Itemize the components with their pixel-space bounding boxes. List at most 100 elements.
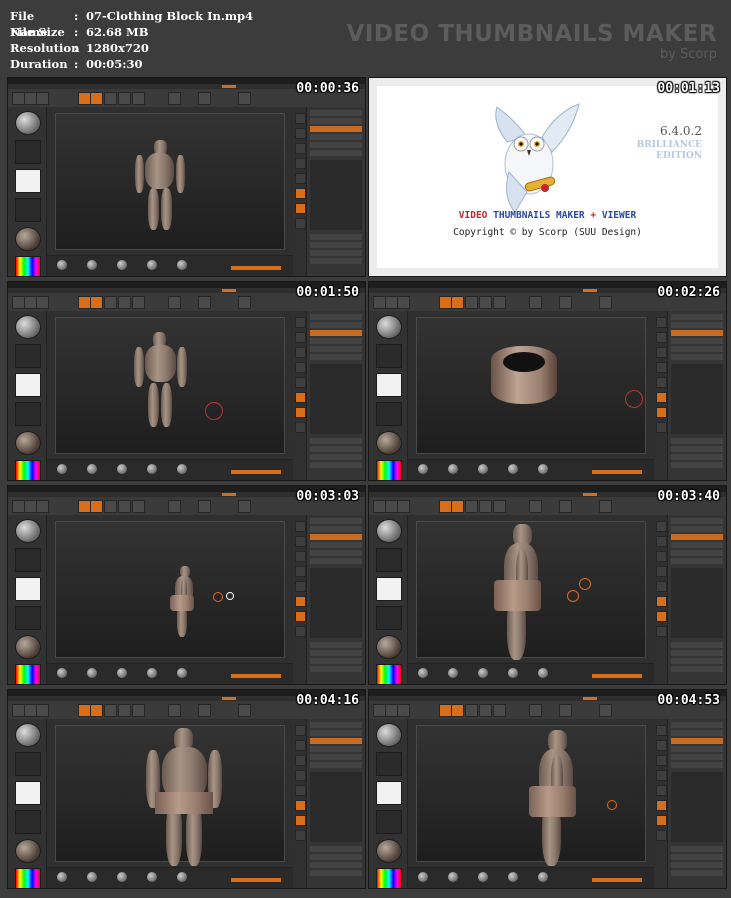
thumbnail-5[interactable]: 00:03:03 xyxy=(7,485,366,685)
shelf-button[interactable] xyxy=(656,611,667,622)
alpha-icon[interactable] xyxy=(376,577,402,601)
material-icon[interactable] xyxy=(177,464,187,474)
shelf-button[interactable] xyxy=(295,725,306,736)
material-icon[interactable] xyxy=(147,260,157,270)
toolbar-button[interactable] xyxy=(493,296,506,309)
thumbnail-splash[interactable]: 6.4.0.2 BRILLIANCE EDITION VIDEO THUMBNA… xyxy=(368,77,727,277)
brush-icon[interactable] xyxy=(376,723,402,747)
palette-row[interactable] xyxy=(671,354,723,360)
palette-row[interactable] xyxy=(671,862,723,868)
material-icon[interactable] xyxy=(448,872,458,882)
material-icon[interactable] xyxy=(177,872,187,882)
shelf-button[interactable] xyxy=(295,362,306,373)
palette-row[interactable] xyxy=(310,658,362,664)
palette-row[interactable] xyxy=(671,762,723,768)
material-icon[interactable] xyxy=(15,635,41,659)
toolbar-button[interactable] xyxy=(451,500,464,513)
texture-icon[interactable] xyxy=(15,606,41,630)
palette-row[interactable] xyxy=(310,542,362,548)
material-icon[interactable] xyxy=(15,431,41,455)
shelf-button[interactable] xyxy=(295,407,306,418)
shelf-button[interactable] xyxy=(295,815,306,826)
palette-row[interactable] xyxy=(671,846,723,852)
palette-row[interactable] xyxy=(310,762,362,768)
toolbar-button[interactable] xyxy=(118,500,131,513)
shelf-button[interactable] xyxy=(656,596,667,607)
palette-row[interactable] xyxy=(671,438,723,444)
palette-row[interactable] xyxy=(310,242,362,248)
material-icon[interactable] xyxy=(478,872,488,882)
stroke-icon[interactable] xyxy=(376,344,402,368)
material-icon[interactable] xyxy=(117,260,127,270)
toolbar-button[interactable] xyxy=(465,704,478,717)
material-icon[interactable] xyxy=(87,668,97,678)
shelf-button[interactable] xyxy=(295,113,306,124)
shelf-button[interactable] xyxy=(656,332,667,343)
palette-row[interactable] xyxy=(671,738,723,744)
transpose-handle[interactable] xyxy=(226,592,234,600)
subtool-list[interactable] xyxy=(310,568,362,638)
stroke-icon[interactable] xyxy=(376,548,402,572)
material-icon[interactable] xyxy=(508,668,518,678)
material-icon[interactable] xyxy=(538,464,548,474)
palette-row[interactable] xyxy=(310,118,362,124)
toolbar-button[interactable] xyxy=(479,296,492,309)
toolbar-button[interactable] xyxy=(36,92,49,105)
shelf-button[interactable] xyxy=(656,317,667,328)
palette-row[interactable] xyxy=(310,338,362,344)
toolbar-button[interactable] xyxy=(168,296,181,309)
material-icon[interactable] xyxy=(147,668,157,678)
thumbnail-6[interactable]: 00:03:40 xyxy=(368,485,727,685)
subtool-list[interactable] xyxy=(310,772,362,842)
shelf-button[interactable] xyxy=(656,725,667,736)
alpha-icon[interactable] xyxy=(376,781,402,805)
shelf-button[interactable] xyxy=(656,362,667,373)
toolbar-button[interactable] xyxy=(465,296,478,309)
palette-row[interactable] xyxy=(671,658,723,664)
toolbar-button[interactable] xyxy=(198,500,211,513)
color-picker[interactable] xyxy=(15,868,41,888)
color-picker[interactable] xyxy=(376,868,402,888)
thumbnail-3[interactable]: 00:01:50 xyxy=(7,281,366,481)
material-icon[interactable] xyxy=(147,872,157,882)
transpose-handle[interactable] xyxy=(567,590,579,602)
shelf-button[interactable] xyxy=(295,218,306,229)
material-icon[interactable] xyxy=(418,464,428,474)
material-icon[interactable] xyxy=(117,872,127,882)
palette-row[interactable] xyxy=(310,870,362,876)
palette-row[interactable] xyxy=(310,258,362,264)
toolbar-button[interactable] xyxy=(559,704,572,717)
subtool-list[interactable] xyxy=(310,160,362,230)
material-icon[interactable] xyxy=(538,872,548,882)
palette-row[interactable] xyxy=(310,534,362,540)
toolbar-button[interactable] xyxy=(529,500,542,513)
toolbar-button[interactable] xyxy=(451,296,464,309)
toolbar-button[interactable] xyxy=(132,92,145,105)
shelf-button[interactable] xyxy=(295,317,306,328)
material-icon[interactable] xyxy=(117,464,127,474)
material-icon[interactable] xyxy=(418,872,428,882)
subtool-list[interactable] xyxy=(310,364,362,434)
palette-row[interactable] xyxy=(310,862,362,868)
alpha-icon[interactable] xyxy=(15,169,41,193)
shelf-button[interactable] xyxy=(295,203,306,214)
shelf-button[interactable] xyxy=(295,347,306,358)
toolbar-button[interactable] xyxy=(104,296,117,309)
toolbar-button[interactable] xyxy=(90,296,103,309)
shelf-button[interactable] xyxy=(295,188,306,199)
shelf-button[interactable] xyxy=(656,536,667,547)
shelf-button[interactable] xyxy=(295,173,306,184)
toolbar-button[interactable] xyxy=(36,704,49,717)
subtool-list[interactable] xyxy=(671,568,723,638)
shelf-button[interactable] xyxy=(295,158,306,169)
palette-row[interactable] xyxy=(671,746,723,752)
toolbar-button[interactable] xyxy=(104,92,117,105)
palette-row[interactable] xyxy=(671,534,723,540)
palette-row[interactable] xyxy=(310,558,362,564)
shelf-button[interactable] xyxy=(656,755,667,766)
palette-row[interactable] xyxy=(310,454,362,460)
shelf-button[interactable] xyxy=(295,551,306,562)
toolbar-button[interactable] xyxy=(599,296,612,309)
toolbar-button[interactable] xyxy=(397,296,410,309)
shelf-button[interactable] xyxy=(656,392,667,403)
